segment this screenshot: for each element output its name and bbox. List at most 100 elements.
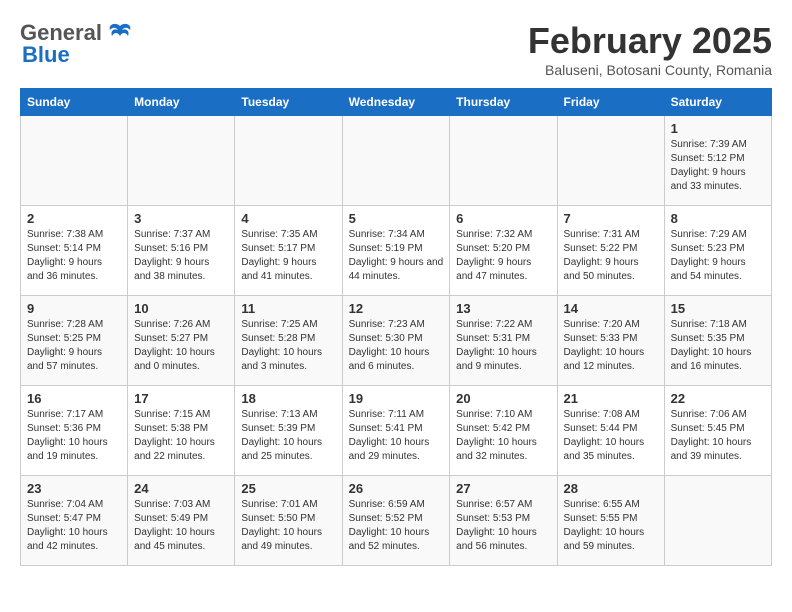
day-number: 13 [456, 301, 550, 316]
day-info: Sunrise: 7:37 AM Sunset: 5:16 PM Dayligh… [134, 228, 228, 284]
day-info: Sunrise: 7:38 AM Sunset: 5:14 PM Dayligh… [27, 228, 121, 284]
day-info: Sunrise: 7:28 AM Sunset: 5:25 PM Dayligh… [27, 318, 121, 374]
day-info: Sunrise: 7:13 AM Sunset: 5:39 PM Dayligh… [241, 408, 335, 464]
calendar-cell: 1 Sunrise: 7:39 AM Sunset: 5:12 PM Daylig… [664, 116, 771, 206]
calendar-cell: 17 Sunrise: 7:15 AM Sunset: 5:38 PM Dayli… [128, 386, 235, 476]
day-number: 28 [564, 481, 658, 496]
calendar-cell [450, 116, 557, 206]
day-number: 15 [671, 301, 765, 316]
day-info: Sunrise: 7:18 AM Sunset: 5:35 PM Dayligh… [671, 318, 765, 374]
day-info: Sunrise: 7:15 AM Sunset: 5:38 PM Dayligh… [134, 408, 228, 464]
day-info: Sunrise: 6:57 AM Sunset: 5:53 PM Dayligh… [456, 498, 550, 554]
calendar-cell: 18 Sunrise: 7:13 AM Sunset: 5:39 PM Dayli… [235, 386, 342, 476]
day-info: Sunrise: 7:29 AM Sunset: 5:23 PM Dayligh… [671, 228, 765, 284]
day-info: Sunrise: 7:06 AM Sunset: 5:45 PM Dayligh… [671, 408, 765, 464]
day-number: 17 [134, 391, 228, 406]
day-info: Sunrise: 7:26 AM Sunset: 5:27 PM Dayligh… [134, 318, 228, 374]
calendar-cell: 22 Sunrise: 7:06 AM Sunset: 5:45 PM Dayli… [664, 386, 771, 476]
weekday-header-saturday: Saturday [664, 89, 771, 116]
calendar-cell [664, 476, 771, 566]
week-row-4: 16 Sunrise: 7:17 AM Sunset: 5:36 PM Dayli… [21, 386, 772, 476]
calendar-cell: 16 Sunrise: 7:17 AM Sunset: 5:36 PM Dayli… [21, 386, 128, 476]
day-number: 25 [241, 481, 335, 496]
day-number: 23 [27, 481, 121, 496]
day-number: 20 [456, 391, 550, 406]
logo-bird-icon [106, 22, 134, 44]
day-info: Sunrise: 7:20 AM Sunset: 5:33 PM Dayligh… [564, 318, 658, 374]
day-number: 27 [456, 481, 550, 496]
calendar-cell: 4 Sunrise: 7:35 AM Sunset: 5:17 PM Daylig… [235, 206, 342, 296]
calendar-cell: 28 Sunrise: 6:55 AM Sunset: 5:55 PM Dayli… [557, 476, 664, 566]
day-info: Sunrise: 7:22 AM Sunset: 5:31 PM Dayligh… [456, 318, 550, 374]
day-info: Sunrise: 7:04 AM Sunset: 5:47 PM Dayligh… [27, 498, 121, 554]
calendar-cell: 15 Sunrise: 7:18 AM Sunset: 5:35 PM Dayli… [664, 296, 771, 386]
calendar-cell: 24Sunrise: 7:03 AM Sunset: 5:49 PM Dayli… [128, 476, 235, 566]
day-number: 26 [349, 481, 444, 496]
day-info: Sunrise: 7:35 AM Sunset: 5:17 PM Dayligh… [241, 228, 335, 284]
calendar-cell: 6Sunrise: 7:32 AM Sunset: 5:20 PM Daylig… [450, 206, 557, 296]
day-info: Sunrise: 7:25 AM Sunset: 5:28 PM Dayligh… [241, 318, 335, 374]
calendar-cell: 8 Sunrise: 7:29 AM Sunset: 5:23 PM Daylig… [664, 206, 771, 296]
location-title: Baluseni, Botosani County, Romania [528, 62, 772, 78]
day-number: 4 [241, 211, 335, 226]
day-info: Sunrise: 7:17 AM Sunset: 5:36 PM Dayligh… [27, 408, 121, 464]
calendar-cell: 7 Sunrise: 7:31 AM Sunset: 5:22 PM Daylig… [557, 206, 664, 296]
day-number: 2 [27, 211, 121, 226]
day-number: 21 [564, 391, 658, 406]
weekday-header-monday: Monday [128, 89, 235, 116]
weekday-header-row: SundayMondayTuesdayWednesdayThursdayFrid… [21, 89, 772, 116]
weekday-header-sunday: Sunday [21, 89, 128, 116]
day-info: Sunrise: 7:03 AM Sunset: 5:49 PM Dayligh… [134, 498, 228, 554]
day-number: 8 [671, 211, 765, 226]
title-area: February 2025 Baluseni, Botosani County,… [528, 20, 772, 78]
day-info: Sunrise: 7:01 AM Sunset: 5:50 PM Dayligh… [241, 498, 335, 554]
month-title: February 2025 [528, 20, 772, 62]
day-info: Sunrise: 7:08 AM Sunset: 5:44 PM Dayligh… [564, 408, 658, 464]
calendar-table: SundayMondayTuesdayWednesdayThursdayFrid… [20, 88, 772, 566]
calendar-cell: 26 Sunrise: 6:59 AM Sunset: 5:52 PM Dayli… [342, 476, 450, 566]
calendar-cell: 23 Sunrise: 7:04 AM Sunset: 5:47 PM Dayli… [21, 476, 128, 566]
calendar-cell: 14 Sunrise: 7:20 AM Sunset: 5:33 PM Dayli… [557, 296, 664, 386]
calendar-cell: 9 Sunrise: 7:28 AM Sunset: 5:25 PM Daylig… [21, 296, 128, 386]
day-number: 19 [349, 391, 444, 406]
week-row-1: 1 Sunrise: 7:39 AM Sunset: 5:12 PM Daylig… [21, 116, 772, 206]
day-info: Sunrise: 7:11 AM Sunset: 5:41 PM Dayligh… [349, 408, 444, 464]
calendar-cell [342, 116, 450, 206]
day-number: 9 [27, 301, 121, 316]
day-number: 22 [671, 391, 765, 406]
day-number: 6 [456, 211, 550, 226]
calendar-cell: 21 Sunrise: 7:08 AM Sunset: 5:44 PM Dayli… [557, 386, 664, 476]
weekday-header-thursday: Thursday [450, 89, 557, 116]
day-number: 7 [564, 211, 658, 226]
day-number: 3 [134, 211, 228, 226]
calendar-cell [21, 116, 128, 206]
day-number: 5 [349, 211, 444, 226]
logo: General Blue [20, 20, 134, 68]
weekday-header-friday: Friday [557, 89, 664, 116]
day-number: 1 [671, 121, 765, 136]
calendar-cell [128, 116, 235, 206]
day-info: Sunrise: 6:59 AM Sunset: 5:52 PM Dayligh… [349, 498, 444, 554]
day-number: 18 [241, 391, 335, 406]
weekday-header-tuesday: Tuesday [235, 89, 342, 116]
calendar-cell: 2 Sunrise: 7:38 AM Sunset: 5:14 PM Daylig… [21, 206, 128, 296]
day-info: Sunrise: 7:39 AM Sunset: 5:12 PM Dayligh… [671, 138, 765, 194]
day-info: Sunrise: 6:55 AM Sunset: 5:55 PM Dayligh… [564, 498, 658, 554]
day-number: 10 [134, 301, 228, 316]
day-number: 12 [349, 301, 444, 316]
day-number: 11 [241, 301, 335, 316]
calendar-cell: 12Sunrise: 7:23 AM Sunset: 5:30 PM Dayli… [342, 296, 450, 386]
weekday-header-wednesday: Wednesday [342, 89, 450, 116]
week-row-3: 9 Sunrise: 7:28 AM Sunset: 5:25 PM Daylig… [21, 296, 772, 386]
calendar-cell: 3 Sunrise: 7:37 AM Sunset: 5:16 PM Daylig… [128, 206, 235, 296]
calendar-cell: 13 Sunrise: 7:22 AM Sunset: 5:31 PM Dayli… [450, 296, 557, 386]
calendar-cell: 5Sunrise: 7:34 AM Sunset: 5:19 PM Daylig… [342, 206, 450, 296]
day-number: 14 [564, 301, 658, 316]
day-info: Sunrise: 7:31 AM Sunset: 5:22 PM Dayligh… [564, 228, 658, 284]
day-info: Sunrise: 7:10 AM Sunset: 5:42 PM Dayligh… [456, 408, 550, 464]
calendar-cell: 10 Sunrise: 7:26 AM Sunset: 5:27 PM Dayli… [128, 296, 235, 386]
calendar-cell [557, 116, 664, 206]
calendar-cell: 25 Sunrise: 7:01 AM Sunset: 5:50 PM Dayli… [235, 476, 342, 566]
day-number: 16 [27, 391, 121, 406]
calendar-cell: 11 Sunrise: 7:25 AM Sunset: 5:28 PM Dayli… [235, 296, 342, 386]
